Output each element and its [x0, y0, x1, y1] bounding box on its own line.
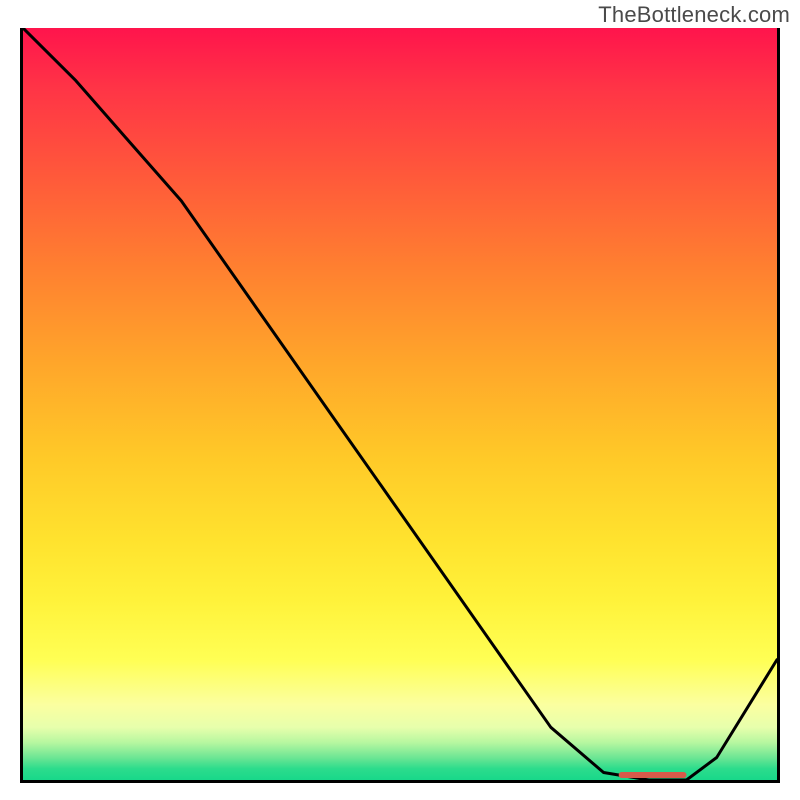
highlight-band	[619, 772, 687, 778]
chart-frame: TheBottleneck.com	[0, 0, 800, 800]
watermark-text: TheBottleneck.com	[598, 2, 790, 28]
chart-svg	[23, 28, 777, 780]
bottleneck-curve-path	[23, 28, 777, 780]
plot-area	[20, 28, 780, 783]
